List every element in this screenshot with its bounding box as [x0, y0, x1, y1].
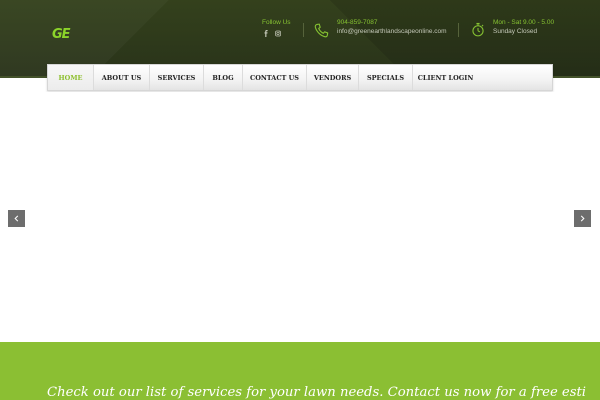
hours-sub: Sunday Closed	[493, 28, 538, 35]
chevron-right-icon	[580, 215, 585, 222]
social-icons	[263, 29, 281, 37]
cta-banner-text: Check out our list of services for your …	[47, 386, 587, 400]
follow-us-label: Follow Us	[262, 19, 291, 26]
header-divider	[458, 23, 459, 37]
chevron-left-icon	[14, 215, 19, 222]
nav-item-contact-us[interactable]: Contact Us	[243, 65, 307, 90]
nav-item-client-login[interactable]: Client Login	[413, 65, 478, 90]
hours-block: Mon - Sat 9.00 - 5.00 Sunday Closed	[471, 19, 561, 39]
nav-item-home[interactable]: Home	[48, 65, 94, 90]
facebook-icon[interactable]	[263, 29, 269, 37]
contact-email[interactable]: info@greenearthlandscapeonline.com	[337, 28, 447, 35]
nav-item-services[interactable]: Services	[150, 65, 204, 90]
cta-banner: Check out our list of services for your …	[0, 342, 600, 400]
header-divider	[303, 23, 304, 37]
contact-phone[interactable]: 904-859-7087	[337, 19, 377, 26]
nav-item-vendors[interactable]: Vendors	[307, 65, 359, 90]
site-logo[interactable]: GE	[52, 28, 76, 42]
phone-icon	[314, 23, 329, 38]
nav-item-specials[interactable]: Specials	[359, 65, 413, 90]
instagram-icon[interactable]	[275, 30, 281, 37]
hours-main: Mon - Sat 9.00 - 5.00	[493, 19, 555, 26]
slider-next-button[interactable]	[574, 210, 591, 227]
contact-block: 904-859-7087 info@greenearthlandscapeonl…	[314, 19, 454, 39]
main-nav: Home About Us Services Blog Contact Us V…	[47, 64, 553, 91]
stopwatch-icon	[472, 22, 484, 37]
slider-prev-button[interactable]	[8, 210, 25, 227]
page: GE Follow Us 904-859-7087 info@greeneart…	[0, 0, 600, 400]
follow-us-block: Follow Us	[262, 19, 302, 41]
hero-slider	[0, 92, 600, 342]
nav-item-about-us[interactable]: About Us	[94, 65, 150, 90]
nav-item-blog[interactable]: Blog	[204, 65, 243, 90]
